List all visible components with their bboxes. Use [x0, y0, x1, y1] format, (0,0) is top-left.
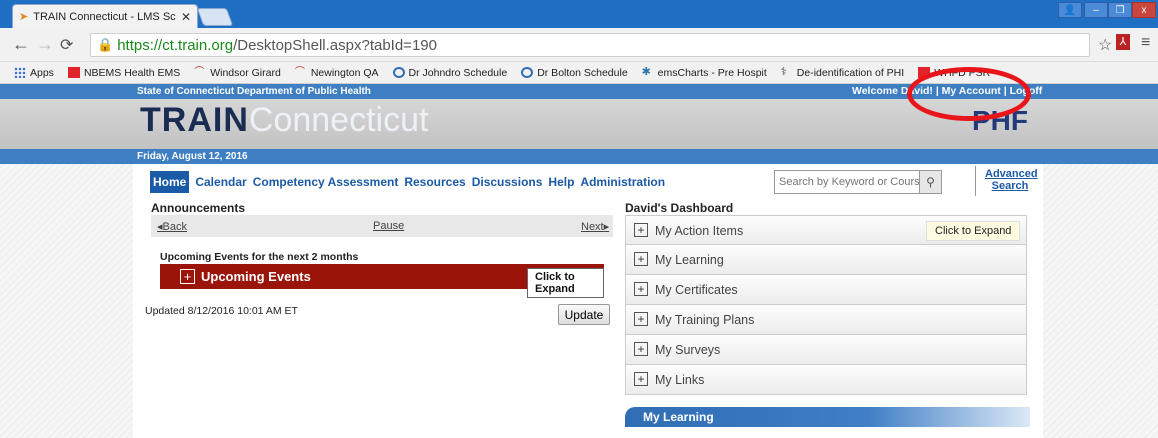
- click-to-expand-button[interactable]: Click to Expand: [527, 268, 604, 298]
- upcoming-events-label: Upcoming Events: [201, 269, 311, 284]
- nav-home[interactable]: Home: [150, 171, 190, 193]
- new-tab-button[interactable]: [196, 8, 234, 26]
- bookmark-windsor[interactable]: ⌒ Windsor Girard: [194, 67, 281, 79]
- lock-icon: 🔒: [97, 37, 114, 52]
- main-nav: Home Calendar Competency Assessment Reso…: [150, 170, 671, 194]
- page: State of Connecticut Department of Publi…: [0, 84, 1158, 438]
- date-band: Friday, August 12, 2016: [0, 149, 1158, 164]
- user-icon[interactable]: 👤: [1058, 2, 1082, 18]
- train-favicon-icon: ➤: [19, 11, 29, 23]
- update-button[interactable]: Update: [558, 304, 610, 325]
- url-secure: https://ct.train.org: [117, 36, 234, 54]
- my-learning-section-bar[interactable]: My Learning: [625, 407, 1030, 427]
- advanced-search-link[interactable]: Advanced Search: [985, 168, 1038, 192]
- nav-help[interactable]: Help: [548, 175, 574, 189]
- apps-grid-icon: [14, 67, 26, 78]
- calendar-sync-icon: [392, 67, 405, 78]
- nav-discussions[interactable]: Discussions: [472, 175, 543, 189]
- annotation-circle: [907, 67, 1031, 121]
- dashboard-title: David's Dashboard: [625, 201, 734, 215]
- forward-arrow-icon[interactable]: →: [36, 34, 54, 55]
- reload-icon[interactable]: ⟳: [60, 35, 73, 55]
- bookmark-emscharts[interactable]: ✱ emsCharts - Pre Hospit: [642, 67, 767, 79]
- announcements-controls: ◂Back Pause Next▸: [151, 215, 613, 237]
- red-square-icon: [67, 67, 80, 78]
- bookmark-newington[interactable]: ⌒ Newington QA: [295, 67, 379, 79]
- nav-administration[interactable]: Administration: [580, 175, 665, 189]
- tab-title: TRAIN Connecticut - LMS Sc: [33, 10, 176, 23]
- back-link[interactable]: ◂Back: [157, 220, 187, 233]
- bookmark-nbems[interactable]: NBEMS Health EMS: [67, 67, 180, 79]
- calendar-sync-icon: [521, 67, 534, 78]
- dashboard-list: + My Action Items Click to Expand + My L…: [625, 215, 1027, 395]
- star-of-life-icon: ✱: [641, 66, 651, 78]
- divider: [975, 166, 976, 196]
- dashboard-row-training-plans[interactable]: + My Training Plans: [625, 305, 1027, 335]
- bookmark-bolton[interactable]: Dr Bolton Schedule: [521, 67, 628, 79]
- current-date: Friday, August 12, 2016: [137, 151, 248, 162]
- address-bar-area: ← → ⟳ 🔒 https://ct.train.org/DesktopShel…: [0, 28, 1158, 62]
- dashboard-row-certificates[interactable]: + My Certificates: [625, 275, 1027, 305]
- expand-plus-icon[interactable]: +: [634, 252, 648, 266]
- nav-resources[interactable]: Resources: [404, 175, 465, 189]
- nav-competency-assessment[interactable]: Competency Assessment: [253, 175, 399, 189]
- main-content: Home Calendar Competency Assessment Reso…: [133, 164, 1043, 438]
- search-input[interactable]: [779, 176, 919, 188]
- minimize-icon[interactable]: –: [1084, 2, 1108, 18]
- expand-plus-icon[interactable]: +: [634, 312, 648, 326]
- expand-plus-icon[interactable]: +: [634, 223, 648, 237]
- course-search: ⚲: [774, 170, 942, 194]
- url-path: /DesktopShell.aspx?tabId=190: [233, 36, 437, 54]
- url-input[interactable]: 🔒 https://ct.train.org/DesktopShell.aspx…: [90, 33, 1090, 57]
- caduceus-icon: ⚕: [780, 66, 787, 78]
- updated-timestamp: Updated 8/12/2016 10:01 AM ET: [145, 305, 298, 317]
- expand-plus-icon[interactable]: +: [180, 269, 195, 284]
- click-to-expand-button[interactable]: Click to Expand: [926, 221, 1021, 241]
- upcoming-events-subtitle: Upcoming Events for the next 2 months: [160, 251, 359, 263]
- next-link[interactable]: Next▸: [581, 220, 609, 233]
- restore-icon[interactable]: ❐: [1108, 2, 1132, 18]
- pdf-extension-icon[interactable]: ⅄: [1116, 34, 1130, 50]
- bookmark-johndro[interactable]: Dr Johndro Schedule: [392, 67, 507, 79]
- bookmark-apps[interactable]: Apps: [14, 67, 54, 79]
- pause-link[interactable]: Pause: [373, 220, 404, 232]
- back-arrow-icon[interactable]: ←: [12, 34, 30, 55]
- search-icon[interactable]: ⚲: [919, 171, 941, 193]
- my-learning-section-title: My Learning: [643, 410, 714, 424]
- nav-calendar[interactable]: Calendar: [195, 175, 246, 189]
- state-department-label: State of Connecticut Department of Publi…: [137, 86, 371, 97]
- expand-plus-icon[interactable]: +: [634, 342, 648, 356]
- emscharts-icon: ⌒: [194, 67, 205, 78]
- expand-plus-icon[interactable]: +: [634, 372, 648, 386]
- dashboard-row-surveys[interactable]: + My Surveys: [625, 335, 1027, 365]
- browser-tab-strip: ➤ TRAIN Connecticut - LMS Sc ✕ 👤 – ❐ x: [0, 0, 1158, 28]
- train-logo[interactable]: TRAINConnecticut: [140, 101, 428, 140]
- star-icon[interactable]: ☆: [1098, 35, 1112, 55]
- upcoming-events-bar[interactable]: + Upcoming Events Click to Expand: [160, 264, 604, 298]
- close-tab-icon[interactable]: ✕: [181, 10, 191, 24]
- menu-icon[interactable]: ≡: [1141, 34, 1150, 52]
- browser-tab[interactable]: ➤ TRAIN Connecticut - LMS Sc ✕: [12, 4, 198, 28]
- bookmark-deidentification[interactable]: ⚕ De-identification of PHI: [781, 67, 904, 79]
- emscharts-icon: ⌒: [294, 67, 305, 78]
- announcements-title: Announcements: [151, 201, 246, 215]
- dashboard-row-learning[interactable]: + My Learning: [625, 245, 1027, 275]
- expand-plus-icon[interactable]: +: [634, 282, 648, 296]
- dashboard-row-links[interactable]: + My Links: [625, 365, 1027, 395]
- close-window-icon[interactable]: x: [1132, 2, 1156, 18]
- dashboard-row-action-items[interactable]: + My Action Items Click to Expand: [625, 215, 1027, 245]
